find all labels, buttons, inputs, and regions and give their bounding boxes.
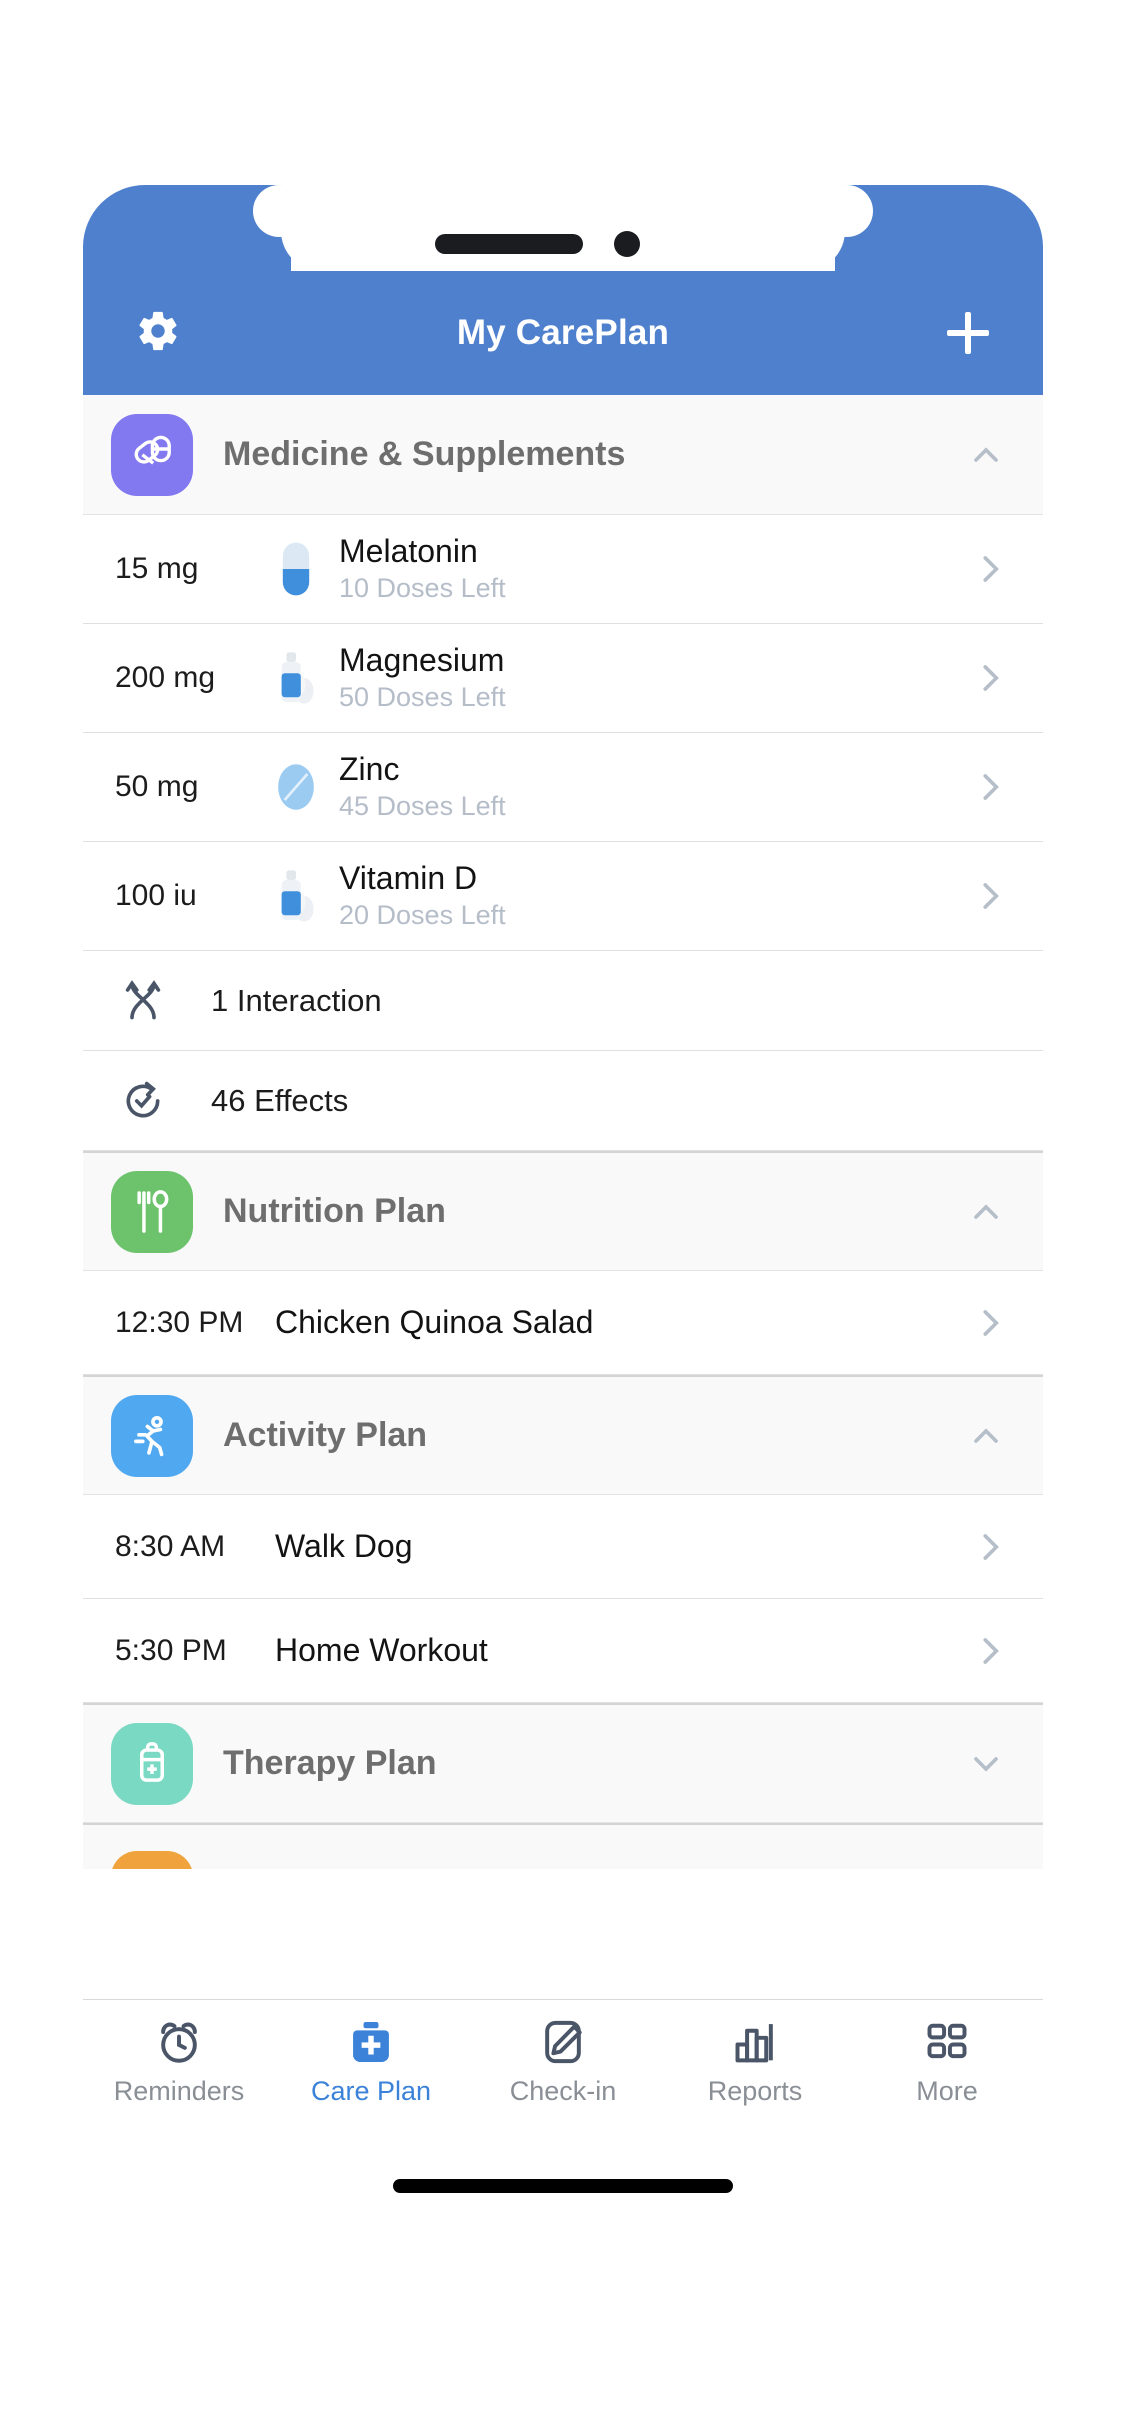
medication-dose: 200 mg (115, 661, 216, 694)
bar-chart-icon (730, 2014, 780, 2070)
care-plan-list[interactable]: Medicine & Supplements 15 mg Melatonin 1… (83, 395, 1043, 2043)
medication-doses-left: 45 Doses Left (339, 791, 506, 822)
section-header-therapy[interactable]: Therapy Plan (83, 1703, 1043, 1823)
table-row[interactable]: 15 mg Melatonin 10 Doses Left (83, 515, 1043, 624)
tab-care-plan[interactable]: Care Plan (275, 2000, 467, 2107)
tablet-icon (265, 761, 327, 813)
grid-menu-icon (922, 2014, 972, 2070)
tab-label: Reports (707, 2076, 803, 2106)
front-camera-icon (614, 231, 640, 257)
list-item[interactable]: 12:30 PM Chicken Quinoa Salad (83, 1271, 1043, 1375)
list-item[interactable]: 8:30 AM Walk Dog (83, 1495, 1043, 1599)
section-header-medicine[interactable]: Medicine & Supplements (83, 395, 1043, 515)
interaction-label: 1 Interaction (211, 982, 382, 1018)
chevron-right-icon[interactable] (963, 550, 1009, 588)
medication-name: Magnesium (339, 642, 505, 679)
medkit-icon (111, 1722, 193, 1805)
interaction-icon (121, 977, 185, 1025)
medication-doses-left: 10 Doses Left (339, 573, 506, 604)
earpiece-speaker (435, 234, 583, 254)
chevron-up-icon[interactable] (963, 435, 1009, 475)
bottom-tab-bar: Reminders Care Plan Check-in Reports Mor… (83, 1999, 1043, 2121)
medication-doses-left: 50 Doses Left (339, 682, 506, 713)
medication-name: Zinc (339, 751, 400, 788)
section-title: Nutrition Plan (223, 1192, 446, 1230)
item-time: 8:30 AM (115, 1529, 226, 1563)
tab-label: Care Plan (310, 2076, 432, 2106)
capsule-icon (265, 541, 327, 597)
notch-fill-left (279, 185, 331, 237)
item-time: 5:30 PM (115, 1633, 227, 1667)
tab-label: Reminders (113, 2076, 245, 2106)
section-title: Therapy Plan (223, 1744, 437, 1782)
chevron-right-icon[interactable] (963, 877, 1009, 915)
medication-info: Zinc 45 Doses Left (339, 751, 963, 823)
item-name: Chicken Quinoa Salad (275, 1304, 594, 1340)
chevron-right-icon[interactable] (963, 1528, 1009, 1566)
chevron-right-icon[interactable] (963, 1632, 1009, 1670)
section-header-nutrition[interactable]: Nutrition Plan (83, 1151, 1043, 1271)
app-header-bar: My CarePlan (83, 271, 1043, 395)
medication-info: Vitamin D 20 Doses Left (339, 860, 963, 932)
edit-pencil-icon (538, 2014, 588, 2070)
tab-reminders[interactable]: Reminders (83, 2000, 275, 2107)
item-name: Walk Dog (275, 1528, 413, 1564)
runner-icon (111, 1394, 193, 1477)
rounded-orange-icon (111, 1851, 193, 1869)
medication-dose: 100 iu (115, 879, 197, 912)
bottle-icon (265, 868, 327, 924)
medication-name: Melatonin (339, 533, 478, 570)
medication-doses-left: 20 Doses Left (339, 900, 506, 931)
interactions-row[interactable]: 1 Interaction (83, 951, 1043, 1051)
settings-button[interactable] (83, 308, 233, 359)
pills-icon (111, 413, 193, 496)
add-button[interactable] (893, 312, 1043, 354)
chevron-down-icon[interactable] (963, 1744, 1009, 1784)
alarm-clock-icon (154, 2014, 204, 2070)
tab-label: Check-in (509, 2076, 617, 2106)
chevron-up-icon[interactable] (963, 1416, 1009, 1456)
notch-cutout (281, 185, 845, 271)
medication-dose: 50 mg (115, 770, 199, 803)
chevron-right-icon[interactable] (963, 768, 1009, 806)
chevron-right-icon[interactable] (963, 1304, 1009, 1342)
effects-icon (121, 1078, 185, 1124)
section-title: Medicine & Supplements (223, 435, 626, 473)
fork-spoon-icon (111, 1170, 193, 1253)
medical-bag-icon (346, 2014, 396, 2070)
list-item[interactable]: 5:30 PM Home Workout (83, 1599, 1043, 1703)
notch-corner-right (821, 185, 873, 237)
table-row[interactable]: 200 mg Magnesium 50 Doses Left (83, 624, 1043, 733)
plus-icon (947, 312, 989, 354)
medication-name: Vitamin D (339, 860, 478, 897)
tab-more[interactable]: More (851, 2000, 1043, 2107)
tab-label: More (916, 2076, 978, 2106)
notch-corner-left (253, 185, 305, 237)
effects-label: 46 Effects (211, 1082, 349, 1118)
medication-dose: 15 mg (115, 552, 199, 585)
tab-reports[interactable]: Reports (659, 2000, 851, 2107)
home-indicator (393, 2179, 733, 2193)
section-header-activity[interactable]: Activity Plan (83, 1375, 1043, 1495)
page-title: My CarePlan (456, 313, 670, 352)
table-row[interactable]: 100 iu Vitamin D 20 Doses Left (83, 842, 1043, 951)
phone-screen: My CarePlan Medicine & Supplements 15 mg (83, 185, 1043, 2227)
item-name: Home Workout (275, 1632, 488, 1668)
section-header-partial[interactable] (83, 1823, 1043, 1869)
table-row[interactable]: 50 mg Zinc 45 Doses Left (83, 733, 1043, 842)
effects-row[interactable]: 46 Effects (83, 1051, 1043, 1151)
notch-fill-right (795, 185, 847, 237)
item-time: 12:30 PM (115, 1305, 244, 1339)
bottle-icon (265, 650, 327, 706)
medication-info: Melatonin 10 Doses Left (339, 533, 963, 605)
section-title: Activity Plan (223, 1416, 428, 1454)
gear-icon (135, 308, 181, 359)
chevron-right-icon[interactable] (963, 659, 1009, 697)
tab-check-in[interactable]: Check-in (467, 2000, 659, 2107)
chevron-up-icon[interactable] (963, 1192, 1009, 1232)
medication-info: Magnesium 50 Doses Left (339, 642, 963, 714)
